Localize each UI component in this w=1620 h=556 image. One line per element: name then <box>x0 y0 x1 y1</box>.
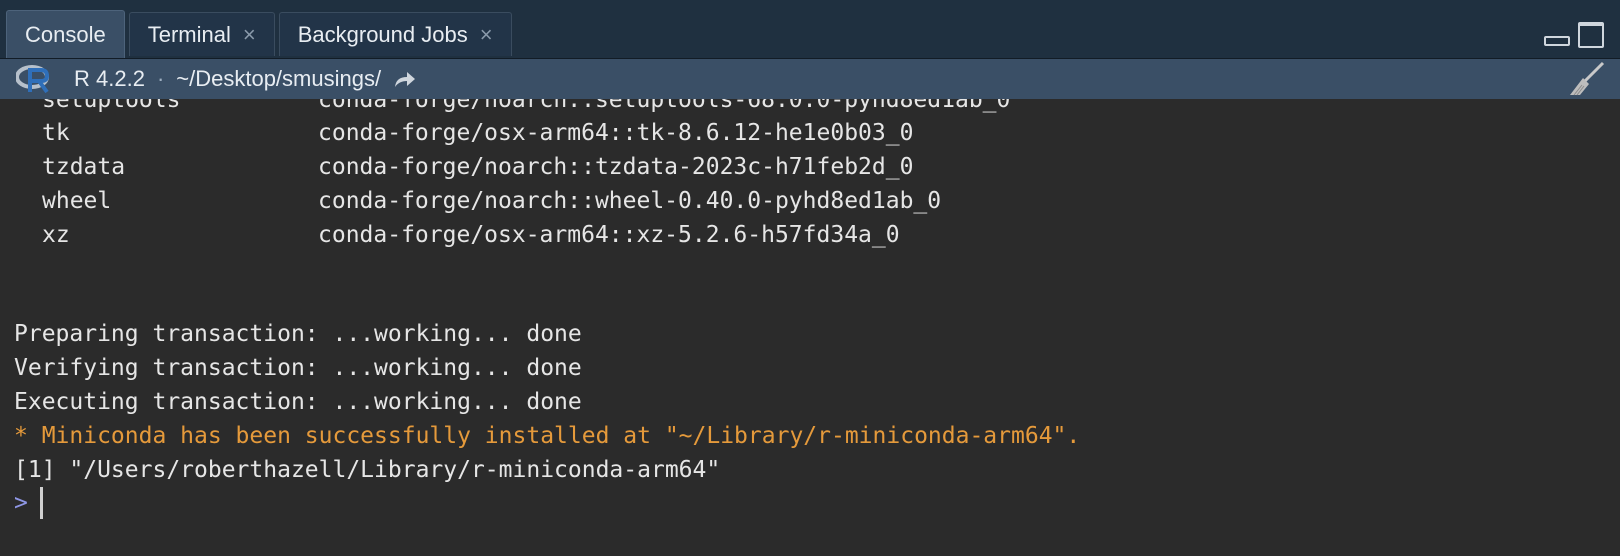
package-source: conda-forge/noarch::tzdata-2023c-h71feb2… <box>318 154 914 180</box>
console-line: Verifying transaction: ...working... don… <box>14 355 582 381</box>
package-name: wheel <box>42 188 112 214</box>
package-name: xz <box>42 222 70 248</box>
package-name: tzdata <box>42 154 126 180</box>
tab-list: Console Terminal × Background Jobs × <box>6 10 516 58</box>
r-version: R 4.2.2 <box>74 66 145 91</box>
minimize-pane-icon[interactable] <box>1544 36 1570 46</box>
console-result: [1] "/Users/roberthazell/Library/r-minic… <box>14 457 721 483</box>
console-output[interactable]: setuptools conda-forge/noarch::setuptool… <box>0 99 1620 556</box>
pane-window-controls <box>1544 22 1604 48</box>
console-message: * Miniconda has been successfully instal… <box>14 423 1081 449</box>
tab-bar: Console Terminal × Background Jobs × <box>0 0 1620 59</box>
package-name: setuptools <box>42 99 181 113</box>
tab-terminal[interactable]: Terminal × <box>128 12 275 56</box>
tab-background-jobs-label: Background Jobs <box>297 21 468 47</box>
close-icon[interactable]: × <box>243 23 256 46</box>
broom-icon[interactable] <box>1568 61 1606 97</box>
r-logo-icon <box>16 65 50 94</box>
package-name: tk <box>42 120 70 146</box>
console-input-row[interactable]: > <box>14 486 43 520</box>
console-info-bar: R 4.2.2 · ~/Desktop/smusings/ <box>0 59 1620 99</box>
go-to-directory-arrow-icon[interactable] <box>393 69 417 89</box>
package-source: conda-forge/noarch::setuptools-68.0.0-py… <box>318 99 1011 113</box>
package-source: conda-forge/noarch::wheel-0.40.0-pyhd8ed… <box>318 188 942 214</box>
console-line: Executing transaction: ...working... don… <box>14 389 582 415</box>
tab-terminal-label: Terminal <box>147 21 231 47</box>
working-directory-path: ~/Desktop/smusings/ <box>176 66 382 91</box>
maximize-pane-icon[interactable] <box>1578 22 1604 48</box>
text-cursor <box>39 487 43 519</box>
package-source: conda-forge/osx-arm64::tk-8.6.12-he1e0b0… <box>318 120 914 146</box>
tab-background-jobs[interactable]: Background Jobs × <box>278 12 512 56</box>
console-line: Preparing transaction: ...working... don… <box>14 321 582 347</box>
tab-console[interactable]: Console <box>6 10 125 58</box>
package-source: conda-forge/osx-arm64::xz-5.2.6-h57fd34a… <box>318 222 900 248</box>
console-pane: Console Terminal × Background Jobs × R 4… <box>0 0 1620 556</box>
prompt-symbol: > <box>14 490 28 516</box>
separator: · <box>156 66 165 91</box>
tab-console-label: Console <box>25 21 106 47</box>
close-icon[interactable]: × <box>480 23 493 46</box>
